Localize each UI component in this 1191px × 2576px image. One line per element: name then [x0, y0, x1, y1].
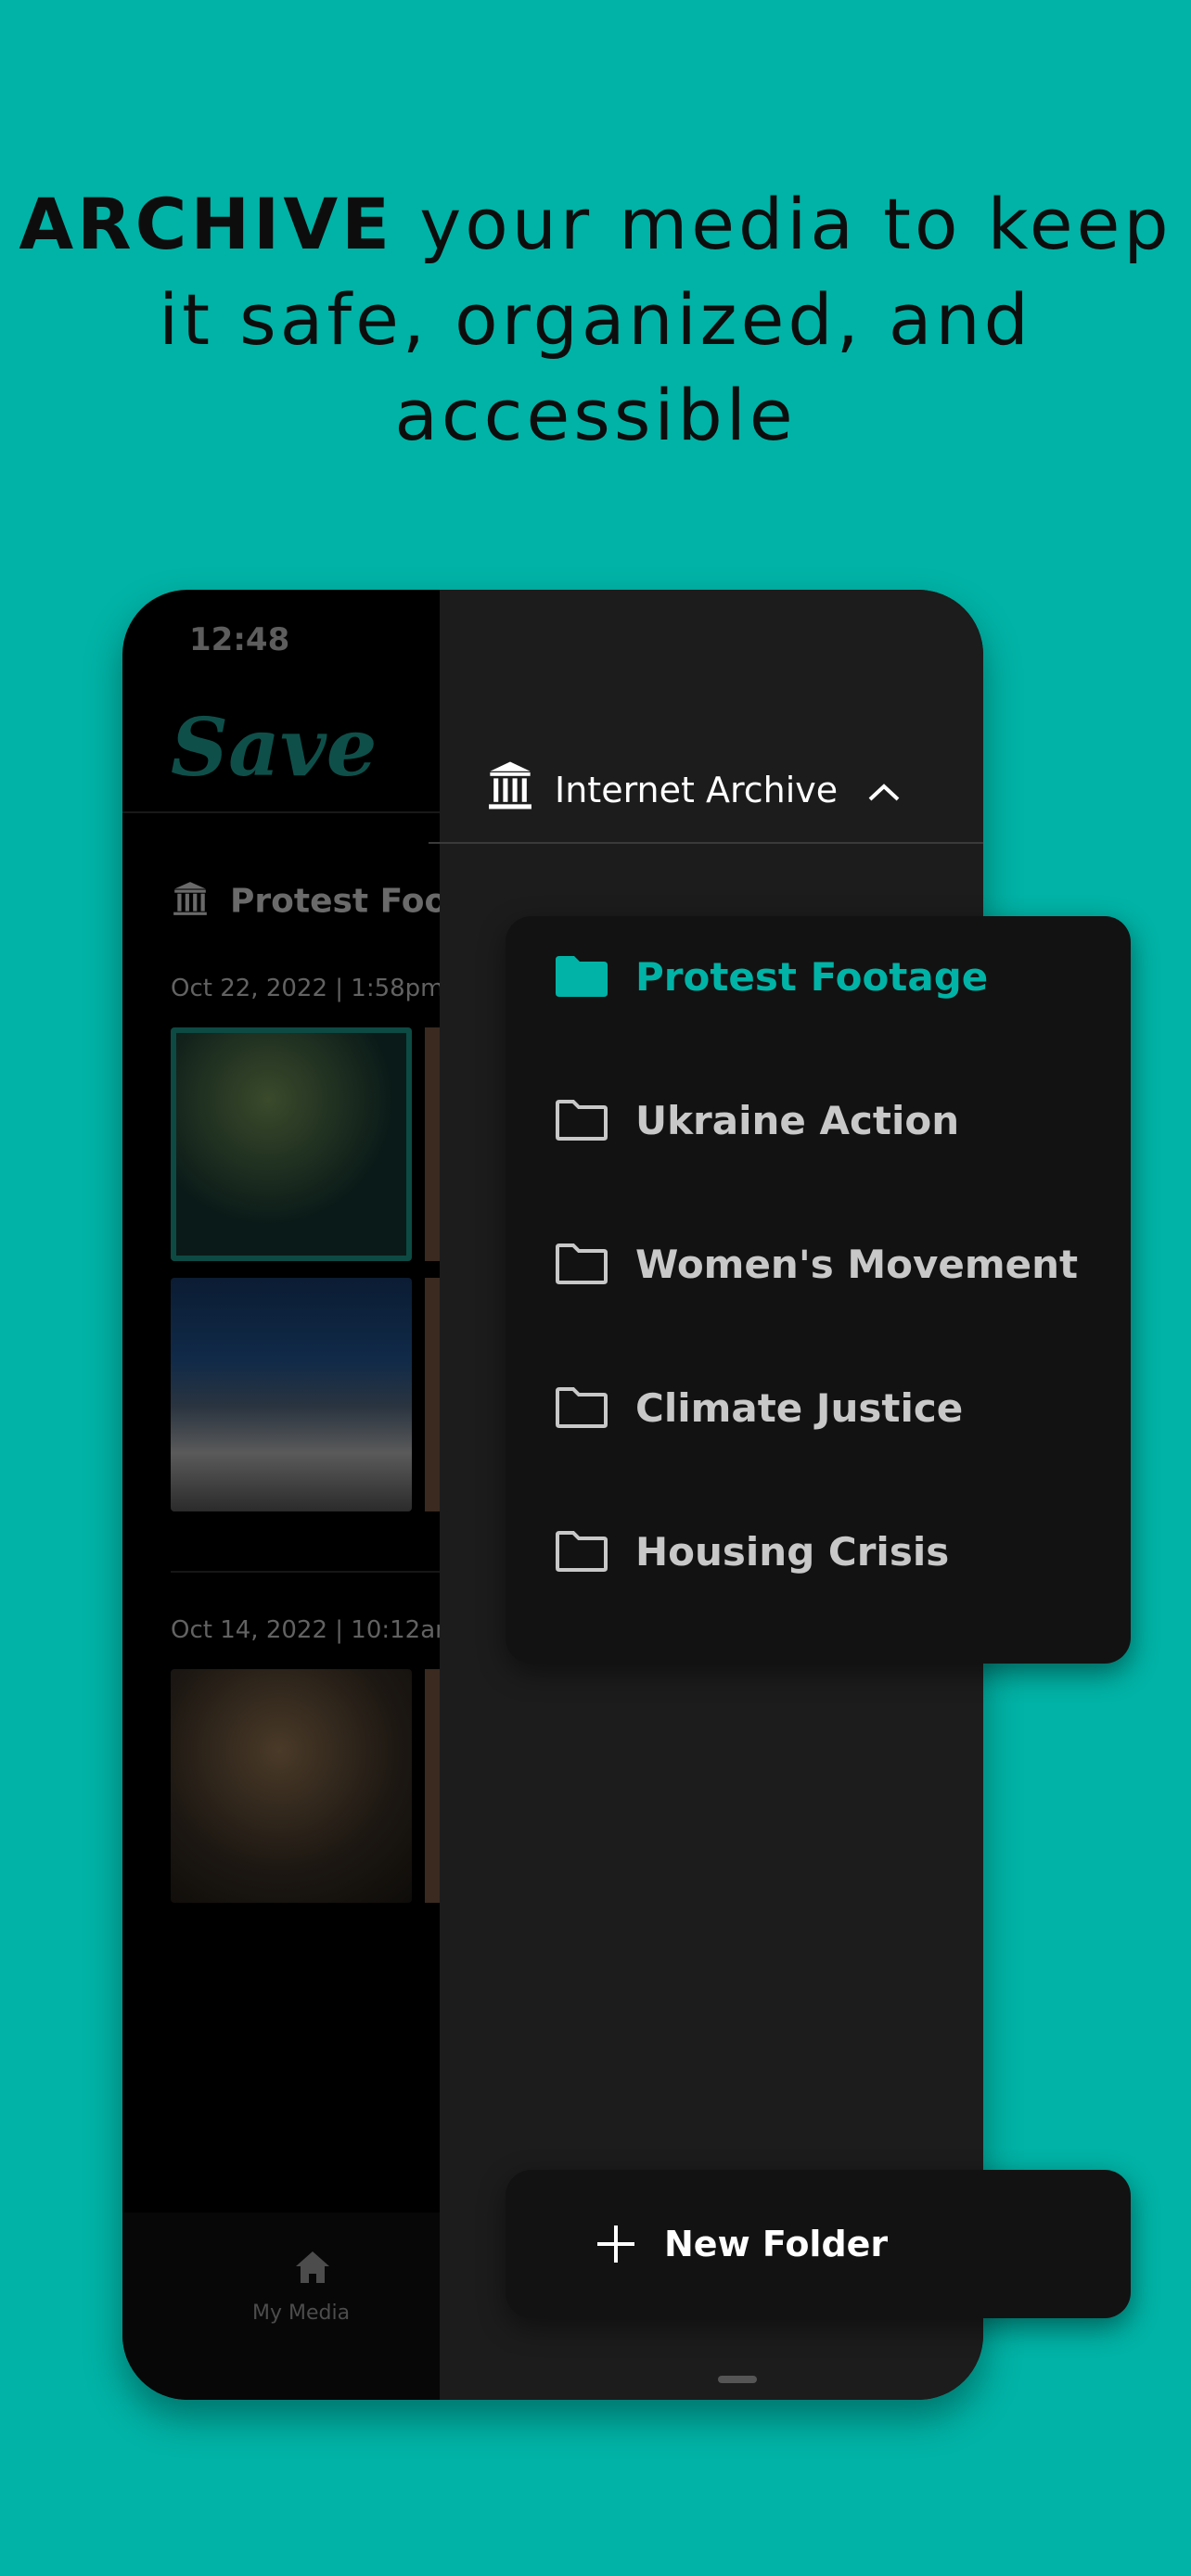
- folder-label: Climate Justice: [635, 1384, 964, 1431]
- home-indicator: [718, 2376, 757, 2383]
- institution-icon: [486, 759, 534, 820]
- chevron-up-icon[interactable]: [867, 770, 901, 810]
- media-thumbnail[interactable]: [171, 1669, 412, 1903]
- plus-icon: [594, 2222, 638, 2266]
- folder-outline-icon: [554, 1242, 609, 1286]
- institution-icon: [171, 879, 210, 926]
- folder-label: Protest Footage: [635, 953, 989, 1000]
- new-folder-label: New Folder: [664, 2224, 889, 2264]
- folder-item-housing-crisis[interactable]: Housing Crisis: [554, 1514, 949, 1588]
- nav-my-media-label[interactable]: My Media: [252, 2302, 350, 2325]
- media-thumbnail[interactable]: [425, 1278, 440, 1511]
- folder-label: Housing Crisis: [635, 1528, 950, 1575]
- server-name: Internet Archive: [555, 769, 839, 810]
- media-thumbnail[interactable]: [425, 1027, 440, 1261]
- folder-list-menu: Protest Footage Ukraine Action Women's M…: [506, 916, 1131, 1664]
- folder-item-ukraine-action[interactable]: Ukraine Action: [554, 1083, 959, 1157]
- folder-filled-icon: [554, 954, 609, 999]
- folder-item-climate-justice[interactable]: Climate Justice: [554, 1371, 963, 1445]
- status-time: 12:48: [189, 621, 290, 658]
- divider: [429, 842, 983, 844]
- media-thumbnail[interactable]: [171, 1027, 412, 1261]
- folder-item-protest-footage[interactable]: Protest Footage: [554, 939, 988, 1014]
- group-date: Oct 22, 2022 | 1:58pm: [171, 975, 444, 1002]
- server-selector[interactable]: Internet Archive: [486, 759, 901, 820]
- folder-item-womens-movement[interactable]: Women's Movement: [554, 1227, 1078, 1301]
- group-date: Oct 14, 2022 | 10:12am: [171, 1616, 459, 1644]
- new-folder-button[interactable]: New Folder: [506, 2170, 1131, 2318]
- media-thumbnail[interactable]: [171, 1278, 412, 1511]
- folder-label: Ukraine Action: [635, 1097, 960, 1143]
- divider: [171, 1571, 440, 1573]
- app-logo: Save: [171, 701, 378, 795]
- divider: [122, 811, 440, 813]
- dimmed-main-screen: 12:48 Save Protest Footage Oct 22, 2022 …: [122, 590, 532, 2400]
- folder-label: Women's Movement: [635, 1241, 1079, 1287]
- folder-outline-icon: [554, 1529, 609, 1574]
- bottom-nav: My Media: [122, 2213, 440, 2400]
- headline-bold: ARCHIVE: [19, 183, 394, 265]
- home-icon[interactable]: [294, 2250, 331, 2289]
- folder-outline-icon: [554, 1385, 609, 1430]
- headline: ARCHIVE your media to keep it safe, orga…: [0, 176, 1191, 463]
- media-thumbnail[interactable]: [425, 1669, 440, 1903]
- folder-outline-icon: [554, 1098, 609, 1142]
